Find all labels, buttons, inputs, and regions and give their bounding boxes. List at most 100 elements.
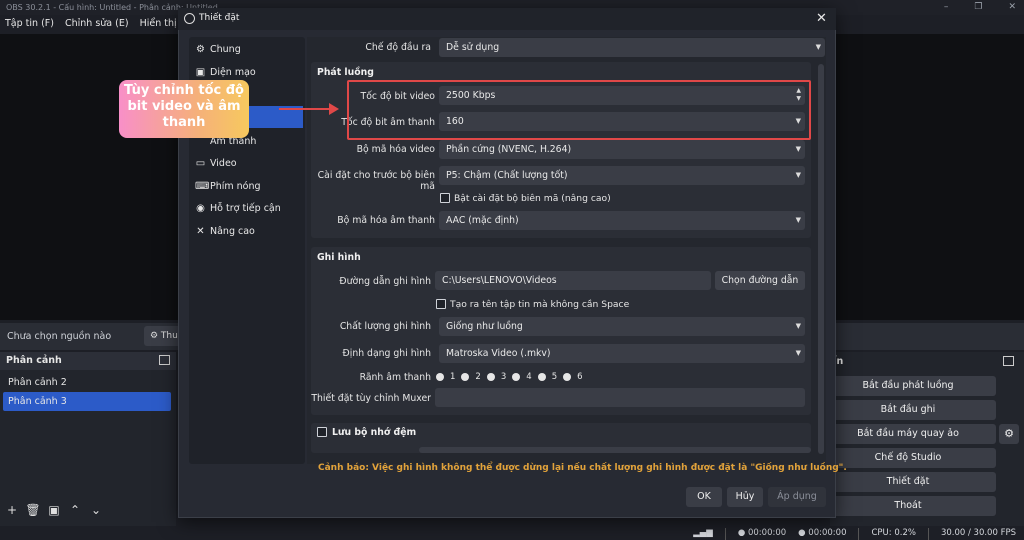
scenes-toolbar: + 🗑 ▣ ⌃ ⌄	[4, 502, 104, 518]
cpu-usage: CPU: 0.2%	[871, 528, 916, 538]
track-radio[interactable]	[436, 373, 444, 381]
category-general[interactable]: ⚙ Chung	[189, 39, 305, 61]
start-streaming-button[interactable]: Bắt đầu phát luồng	[820, 376, 996, 396]
track-radio[interactable]	[512, 373, 521, 381]
category-hotkeys[interactable]: ⌨ Phím nóng	[189, 176, 305, 198]
recording-format-select[interactable]: Matroska Video (.mkv) ▼	[439, 344, 805, 363]
encoder-preset-select[interactable]: P5: Chậm (Chất lượng tốt) ▼	[439, 166, 805, 185]
chevron-down-icon: ▼	[795, 216, 801, 224]
start-virtual-camera-button[interactable]: Bắt đầu máy quay ảo	[820, 424, 996, 444]
stream-status: ● 00:00:00	[737, 528, 787, 538]
window-controls: – ❐ ✕	[944, 0, 1016, 15]
keyboard-icon: ⌨	[195, 181, 210, 192]
trash-icon[interactable]: 🗑	[25, 502, 41, 518]
track-label: 6	[577, 372, 583, 382]
status-info: ▂▄▆ ● 00:00:00 ● 00:00:00 CPU: 0.2% 30.0…	[693, 527, 1016, 540]
track-radio[interactable]	[486, 373, 495, 381]
output-mode-select[interactable]: Dễ sử dụng ▼	[439, 38, 825, 57]
monitor-icon: ▭	[195, 158, 206, 169]
category-label: Chung	[210, 44, 241, 55]
start-recording-button[interactable]: Bắt đầu ghi	[820, 400, 996, 420]
audio-encoder-label: Bộ mã hóa âm thanh	[337, 215, 435, 226]
chevron-down-icon: ▼	[795, 349, 801, 357]
no-space-checkbox[interactable]	[436, 299, 446, 309]
track-label: 4	[526, 372, 532, 382]
category-label: Phím nóng	[210, 181, 261, 192]
close-window-button[interactable]: ✕	[1008, 0, 1016, 15]
advanced-encoder-checkbox[interactable]	[440, 193, 450, 203]
track-radio[interactable]	[563, 373, 572, 381]
cancel-button[interactable]: Hủy	[727, 487, 763, 507]
divider	[858, 527, 860, 540]
gear-icon[interactable]: ⚙	[999, 424, 1019, 444]
obs-logo-icon	[184, 13, 195, 24]
category-accessibility[interactable]: ◉ Hỗ trợ tiếp cận	[189, 198, 305, 220]
streaming-group-title: Phát luồng	[317, 67, 374, 78]
advanced-encoder-label: Bật cài đặt bộ biên mã (nâng cao)	[454, 193, 611, 204]
chevron-down-icon: ▼	[795, 171, 801, 179]
undock-icon[interactable]	[159, 355, 170, 365]
audio-encoder-select[interactable]: AAC (mặc định) ▼	[439, 211, 805, 230]
signal-icon: ▂▄▆	[693, 528, 713, 538]
apply-button[interactable]: Áp dụng	[768, 487, 826, 507]
no-space-label: Tạo ra tên tập tin mà không cần Space	[450, 299, 630, 310]
recording-quality-value: Giống như luồng	[446, 321, 523, 332]
encoder-preset-value: P5: Chậm (Chất lượng tốt)	[446, 170, 568, 181]
recording-quality-label: Chất lượng ghi hình	[339, 321, 431, 332]
recording-format-value: Matroska Video (.mkv)	[446, 348, 551, 359]
track-radio[interactable]	[537, 373, 546, 381]
browse-button[interactable]: Chọn đường dẫn	[715, 271, 805, 290]
output-mode-value: Dễ sử dụng	[446, 42, 500, 53]
scene-item-selected[interactable]: Phân cảnh 3	[3, 392, 171, 411]
track-radio[interactable]	[461, 373, 470, 381]
minimize-button[interactable]: –	[944, 0, 949, 15]
divider	[724, 527, 726, 540]
settings-button[interactable]: Thiết đặt	[820, 472, 996, 492]
menu-edit[interactable]: Chỉnh sửa (E)	[65, 15, 129, 33]
annotation-callout-text: Tùy chỉnh tốc độ bit video và âm thanh	[124, 83, 244, 130]
annotation-arrow	[279, 108, 331, 110]
scene-item[interactable]: Phân cảnh 2	[3, 373, 171, 392]
category-advanced[interactable]: ✕ Nâng cao	[189, 221, 305, 243]
video-encoder-value: Phần cứng (NVENC, H.264)	[446, 144, 572, 155]
close-icon[interactable]: ✕	[816, 11, 827, 26]
record-time: 00:00:00	[808, 528, 847, 538]
divider	[927, 527, 929, 540]
category-label: Video	[210, 158, 237, 169]
category-video[interactable]: ▭ Video	[189, 153, 305, 175]
maximize-button[interactable]: ❐	[974, 0, 982, 15]
audio-tracks-label: Rãnh âm thanh	[359, 372, 431, 383]
scenes-header: Phân cảnh	[0, 352, 176, 370]
track-label: 3	[500, 372, 507, 382]
video-encoder-label: Bộ mã hóa video	[356, 144, 435, 155]
audio-tracks-group: 1 2 3 4 5 6	[436, 372, 583, 382]
recording-quality-select[interactable]: Giống như luồng ▼	[439, 317, 805, 336]
audio-encoder-value: AAC (mặc định)	[446, 215, 519, 226]
recording-path-input[interactable]: C:\Users\LENOVO\Videos	[435, 271, 711, 290]
recording-warning: Cảnh báo: Việc ghi hình không thể được d…	[318, 463, 847, 473]
menu-file[interactable]: Tập tin (F)	[5, 15, 54, 33]
category-label: Nâng cao	[210, 226, 255, 237]
arrow-right-icon	[329, 103, 339, 115]
accessibility-icon: ◉	[196, 203, 205, 214]
gear-icon: ⚙	[196, 44, 205, 55]
track-label: 5	[551, 372, 558, 382]
recording-path-label: Đường dẫn ghi hình	[339, 276, 431, 287]
output-mode-label: Chế độ đầu ra	[365, 42, 431, 53]
exit-button[interactable]: Thoát	[820, 496, 996, 516]
track-label: 1	[450, 372, 456, 382]
muxer-input[interactable]	[435, 388, 805, 407]
settings-scrollbar[interactable]	[818, 64, 824, 454]
tools-icon: ✕	[196, 226, 205, 237]
add-scene-icon[interactable]: +	[4, 502, 20, 518]
replay-buffer-checkbox[interactable]	[317, 427, 327, 437]
undock-icon[interactable]	[1003, 356, 1014, 366]
no-source-label: Chưa chọn nguồn nào	[7, 331, 112, 342]
move-up-icon[interactable]: ⌃	[67, 502, 83, 518]
move-down-icon[interactable]: ⌄	[88, 502, 104, 518]
ok-button[interactable]: OK	[686, 487, 722, 507]
settings-titlebar	[178, 8, 836, 30]
filter-icon[interactable]: ▣	[46, 502, 62, 518]
settings-title: Thiết đặt	[199, 13, 240, 23]
video-encoder-select[interactable]: Phần cứng (NVENC, H.264) ▼	[439, 140, 805, 159]
